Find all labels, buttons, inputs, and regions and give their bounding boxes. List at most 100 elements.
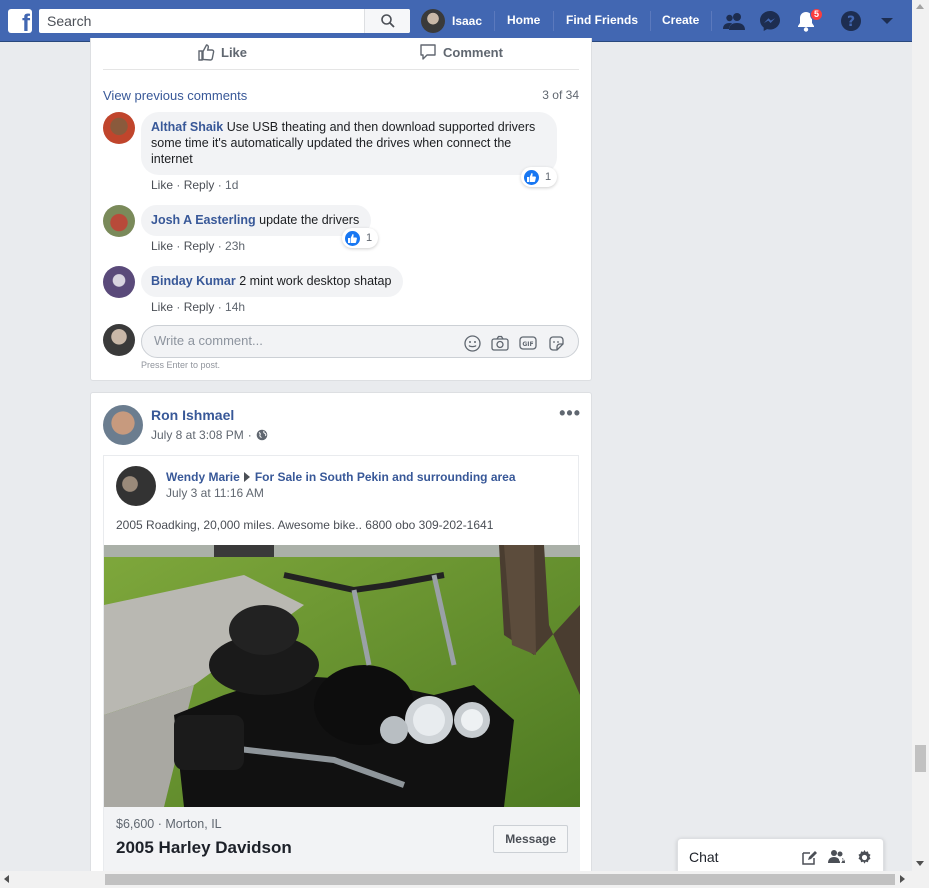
comment-meta: Like · Reply · 14h xyxy=(151,300,246,314)
post-author-link[interactable]: Ron Ishmael xyxy=(151,407,234,423)
avatar xyxy=(103,324,135,356)
messenger-icon[interactable] xyxy=(758,9,782,33)
comment-meta: Like · Reply · 1d xyxy=(151,178,239,192)
arrow-right-icon xyxy=(243,472,250,482)
marketplace-listing: $6,600 · Morton, IL 2005 Harley Davidson… xyxy=(104,807,580,873)
comment-like-link[interactable]: Like xyxy=(151,178,173,192)
comment-meta: Like · Reply · 23h xyxy=(151,239,246,253)
chat-label: Chat xyxy=(689,849,719,865)
search-button[interactable] xyxy=(364,9,410,33)
profile-name: Isaac xyxy=(452,14,483,28)
avatar[interactable] xyxy=(103,405,143,445)
like-button[interactable]: Like xyxy=(197,43,247,61)
emoji-icon[interactable] xyxy=(463,334,481,352)
like-reaction-icon xyxy=(345,230,360,246)
comment-bubble: Althaf Shaik Use USB theating and then d… xyxy=(141,112,557,175)
shared-post-time[interactable]: July 3 at 11:16 AM xyxy=(166,486,264,500)
scroll-down-arrow-icon[interactable] xyxy=(916,861,924,866)
search-icon xyxy=(380,14,395,28)
comment-button[interactable]: Comment xyxy=(419,43,503,61)
vertical-scrollbar[interactable] xyxy=(912,0,929,871)
shared-post-header: Wendy Marie For Sale in South Pekin and … xyxy=(166,470,516,484)
reaction-number: 1 xyxy=(366,232,373,244)
separator: · xyxy=(247,428,252,442)
comment: Josh A Easterling update the drivers 1 L… xyxy=(103,205,579,255)
chat-bar[interactable]: Chat xyxy=(677,838,884,872)
new-message-icon[interactable] xyxy=(800,848,818,866)
comment-icon xyxy=(420,44,436,60)
comment-time[interactable]: 1d xyxy=(225,178,238,192)
comment-time[interactable]: 23h xyxy=(225,239,245,253)
post-card: Ron Ishmael July 8 at 3:08 PM · ••• Wend… xyxy=(90,392,592,882)
comment-like-link[interactable]: Like xyxy=(151,239,173,253)
comment-box[interactable]: GIF xyxy=(141,325,579,358)
press-enter-hint: Press Enter to post. xyxy=(141,360,221,370)
divider xyxy=(494,11,495,31)
reaction-count[interactable]: 1 xyxy=(521,167,558,187)
top-navigation-bar: f Isaac Home Find Friends Create 5 ? xyxy=(0,0,912,42)
comment-count: 3 of 34 xyxy=(542,88,579,102)
group-link[interactable]: For Sale in South Pekin and surrounding … xyxy=(255,470,516,484)
reaction-number: 1 xyxy=(545,171,552,183)
message-seller-button[interactable]: Message xyxy=(493,825,568,853)
comment-like-link[interactable]: Like xyxy=(151,300,173,314)
comment-author-link[interactable]: Althaf Shaik xyxy=(151,120,223,134)
help-icon[interactable]: ? xyxy=(839,9,863,33)
avatar[interactable] xyxy=(103,266,135,298)
home-link[interactable]: Home xyxy=(507,13,540,27)
notification-count-badge: 5 xyxy=(810,8,823,21)
divider xyxy=(711,11,712,31)
scroll-left-arrow-icon[interactable] xyxy=(4,875,9,883)
scrollbar-thumb[interactable] xyxy=(105,874,895,885)
account-menu-dropdown-icon[interactable] xyxy=(875,9,899,33)
comment: Binday Kumar 2 mint work desktop shatap … xyxy=(103,266,579,316)
like-label: Like xyxy=(221,44,248,60)
more-options-icon[interactable]: ••• xyxy=(559,403,581,424)
svg-text:GIF: GIF xyxy=(522,341,533,348)
scroll-up-arrow-icon[interactable] xyxy=(916,4,924,9)
listing-title[interactable]: 2005 Harley Davidson xyxy=(116,838,292,858)
divider xyxy=(650,11,651,31)
profile-link[interactable]: Isaac xyxy=(421,9,482,33)
divider xyxy=(553,11,554,31)
comment-bubble: Binday Kumar 2 mint work desktop shatap xyxy=(141,266,404,297)
horizontal-scrollbar[interactable] xyxy=(0,871,929,888)
avatar[interactable] xyxy=(103,205,135,237)
gif-icon[interactable]: GIF xyxy=(519,334,537,352)
reaction-count[interactable]: 1 xyxy=(342,228,379,248)
shared-post: Wendy Marie For Sale in South Pekin and … xyxy=(103,455,580,873)
comment-author-link[interactable]: Josh A Easterling xyxy=(151,213,256,227)
shared-author-link[interactable]: Wendy Marie xyxy=(166,470,240,484)
scrollbar-thumb[interactable] xyxy=(915,745,926,772)
comment-text: 2 mint work desktop shatap xyxy=(239,274,392,288)
view-previous-comments-link[interactable]: View previous comments xyxy=(103,88,247,103)
comment-bubble: Josh A Easterling update the drivers xyxy=(141,205,372,236)
comment-reply-link[interactable]: Reply xyxy=(184,178,215,192)
thumbs-up-icon xyxy=(198,44,215,61)
comment-time[interactable]: 14h xyxy=(225,300,245,314)
camera-icon[interactable] xyxy=(491,334,509,352)
gear-icon[interactable] xyxy=(855,848,873,866)
facebook-logo-icon[interactable]: f xyxy=(8,9,32,33)
comment: Althaf Shaik Use USB theating and then d… xyxy=(103,112,579,192)
shared-post-text: 2005 Roadking, 20,000 miles. Awesome bik… xyxy=(116,518,494,532)
comment-author-link[interactable]: Binday Kumar xyxy=(151,274,236,288)
search-input[interactable] xyxy=(39,9,365,33)
listing-price-location: $6,600 · Morton, IL xyxy=(116,817,222,831)
friend-requests-icon[interactable] xyxy=(722,9,746,33)
create-link[interactable]: Create xyxy=(662,13,699,27)
create-group-icon[interactable] xyxy=(827,848,845,866)
find-friends-link[interactable]: Find Friends xyxy=(566,13,638,27)
comment-label: Comment xyxy=(443,44,503,60)
avatar[interactable] xyxy=(103,112,135,144)
comment-reply-link[interactable]: Reply xyxy=(184,239,215,253)
comment-input[interactable] xyxy=(154,333,454,348)
sticker-icon[interactable] xyxy=(547,334,565,352)
globe-icon[interactable] xyxy=(256,429,268,441)
post-card: Like Comment View previous comments 3 of… xyxy=(90,38,592,381)
avatar[interactable] xyxy=(116,466,156,506)
post-time-link[interactable]: July 8 at 3:08 PM xyxy=(151,428,244,442)
comment-reply-link[interactable]: Reply xyxy=(184,300,215,314)
scroll-right-arrow-icon[interactable] xyxy=(900,875,905,883)
motorcycle-photo[interactable] xyxy=(104,545,580,807)
